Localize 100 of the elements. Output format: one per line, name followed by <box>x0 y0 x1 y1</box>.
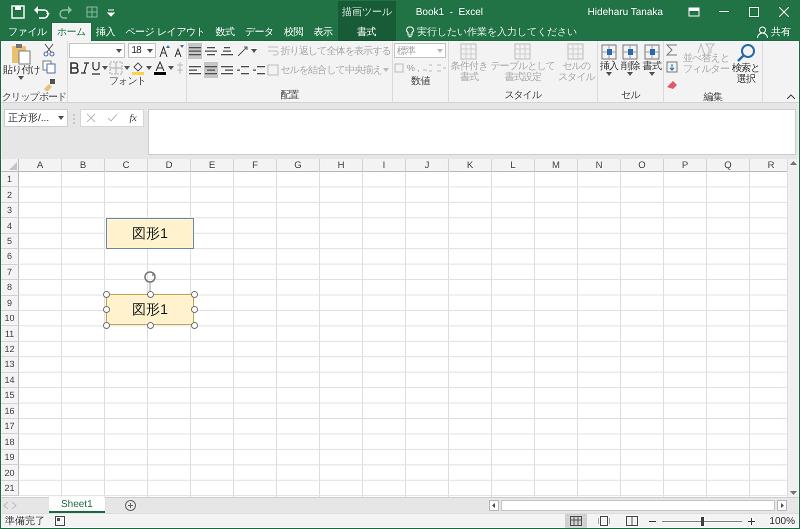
ribbon-tab[interactable]: データ <box>240 23 279 41</box>
row-header[interactable]: 18 <box>1 434 19 450</box>
cell-grid[interactable] <box>19 172 787 497</box>
row-header[interactable]: 11 <box>1 326 19 342</box>
group-label: 編集 <box>704 91 722 104</box>
align-top-button[interactable] <box>188 43 202 59</box>
align-center-icon <box>204 64 218 76</box>
tell-me-field[interactable]: 実行したい作業を入力してください <box>416 25 577 39</box>
group-label: 数値 <box>411 75 430 88</box>
row-header[interactable]: 17 <box>1 419 19 434</box>
new-sheet-button[interactable] <box>122 498 138 513</box>
sort-filter-icon <box>696 43 715 53</box>
paste-button[interactable]: 貼り付け <box>2 43 41 91</box>
row-header[interactable]: 14 <box>1 372 19 388</box>
cells-button[interactable]: 削除 <box>620 43 641 89</box>
fill-color-icon[interactable] <box>131 61 146 75</box>
row-header[interactable]: 4 <box>1 218 19 234</box>
align-center-button[interactable] <box>204 62 218 78</box>
scroll-up-icon[interactable] <box>790 161 797 165</box>
font-name-field[interactable] <box>69 43 126 58</box>
undo-icon[interactable] <box>33 5 51 19</box>
column-header[interactable]: G <box>277 159 320 172</box>
caret-icon <box>102 66 108 70</box>
save-icon[interactable] <box>11 5 25 19</box>
formula-field[interactable] <box>148 109 796 155</box>
cells-button[interactable]: 書式 <box>642 43 662 89</box>
row-header[interactable]: 7 <box>1 264 19 280</box>
row-header[interactable]: 10 <box>1 310 19 326</box>
cells-button[interactable]: 挿入 <box>598 43 620 89</box>
row-header[interactable]: 9 <box>1 296 19 311</box>
column-header[interactable]: P <box>664 159 707 172</box>
caret-icon <box>146 66 152 70</box>
column-header[interactable]: I <box>363 159 406 172</box>
shrink-font-icon[interactable] <box>173 44 184 58</box>
column-header[interactable]: D <box>148 159 191 172</box>
horizontal-scrollbar[interactable] <box>501 500 775 511</box>
view-button[interactable] <box>565 514 588 528</box>
caret-icon <box>124 66 130 70</box>
column-header[interactable]: E <box>191 159 234 172</box>
ribbon-tab[interactable]: 表示 <box>308 23 338 41</box>
row-header[interactable]: 6 <box>1 249 19 265</box>
ribbon-tab[interactable]: ホーム <box>52 23 91 41</box>
copy-icon[interactable] <box>42 60 56 74</box>
row-header[interactable]: 12 <box>1 342 19 358</box>
rectangle-shape: 図形1 <box>106 294 194 325</box>
scroll-right-icon[interactable] <box>777 500 787 511</box>
row-header[interactable]: 1 <box>1 172 19 188</box>
column-header[interactable]: F <box>234 159 277 172</box>
share-button[interactable]: 共有 <box>755 25 793 39</box>
scroll-left-icon[interactable] <box>489 500 499 511</box>
column-header[interactable]: J <box>406 159 449 172</box>
row-header[interactable]: 2 <box>1 187 19 203</box>
row-header[interactable]: 5 <box>1 234 19 250</box>
caret-left-icon <box>3 502 8 509</box>
column-header[interactable]: K <box>449 159 492 172</box>
font-color-icon[interactable] <box>153 61 168 75</box>
column-header[interactable]: L <box>492 159 535 172</box>
scissors-icon[interactable] <box>42 43 56 57</box>
row-header[interactable]: 21 <box>1 480 19 496</box>
column-header[interactable]: O <box>621 159 664 172</box>
ribbon-tab[interactable]: 数式 <box>210 23 240 41</box>
column-header[interactable]: M <box>535 159 578 172</box>
column-header[interactable]: Q <box>707 159 750 172</box>
italic-icon[interactable] <box>80 61 90 75</box>
row-header[interactable]: 15 <box>1 388 19 404</box>
row-header[interactable]: 20 <box>1 465 19 481</box>
zoom-slider[interactable] <box>700 516 704 526</box>
grow-font-icon[interactable] <box>159 44 170 58</box>
row-header[interactable]: 13 <box>1 357 19 373</box>
row-header[interactable]: 16 <box>1 404 19 419</box>
format-painter-icon[interactable] <box>42 77 56 91</box>
ribbon-tab[interactable]: 挿入 <box>90 23 120 41</box>
rotate-handle[interactable] <box>142 270 158 294</box>
find-select-button[interactable]: 検索と 選択 <box>730 43 761 91</box>
ribbon-tab[interactable]: 校閲 <box>278 23 308 41</box>
ribbon-tab[interactable]: ファイル <box>3 23 52 41</box>
column-header[interactable]: C <box>105 159 148 172</box>
column-header[interactable]: H <box>320 159 363 172</box>
collapse-ribbon-button[interactable] <box>787 94 795 99</box>
bold-icon[interactable] <box>69 61 80 75</box>
maximize-icon <box>749 7 759 17</box>
font-size-field[interactable]: 18 <box>128 43 156 58</box>
name-box[interactable]: 正方形/... <box>4 109 68 127</box>
lightbulb-icon <box>406 26 414 38</box>
row-header[interactable]: 19 <box>1 450 19 466</box>
sheet-tab[interactable]: Sheet1 <box>49 497 105 513</box>
ribbon-tab[interactable]: ページ レイアウト <box>120 23 210 41</box>
person-icon <box>757 26 768 38</box>
zoom-in-icon[interactable] <box>748 518 756 524</box>
underline-icon[interactable] <box>91 61 102 75</box>
column-header[interactable]: A <box>19 159 62 172</box>
zoom-level[interactable]: 100% <box>769 516 795 526</box>
insert-function-button[interactable]: fx <box>129 112 137 124</box>
scroll-down-icon[interactable] <box>790 491 797 495</box>
column-header[interactable]: N <box>578 159 621 172</box>
column-header[interactable]: R <box>750 159 787 172</box>
row-header[interactable]: 8 <box>1 280 19 296</box>
column-header[interactable]: B <box>62 159 105 172</box>
macro-record-icon[interactable] <box>55 516 65 526</box>
row-header[interactable]: 3 <box>1 202 19 218</box>
